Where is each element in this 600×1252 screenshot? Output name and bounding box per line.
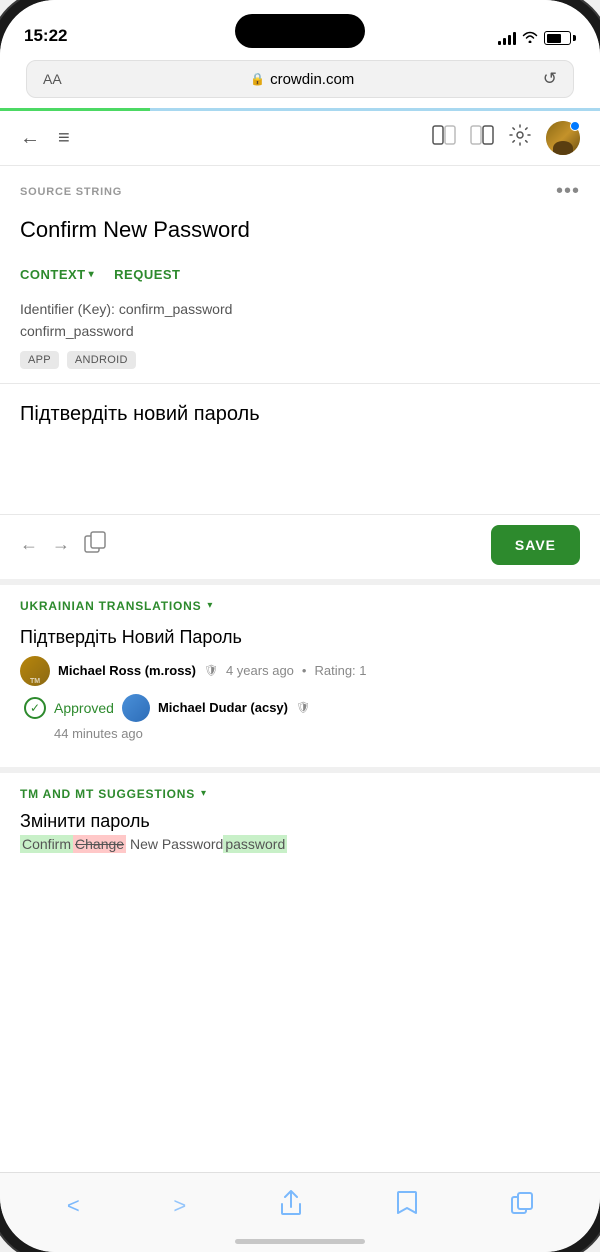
split-right-icon[interactable]	[470, 125, 494, 151]
tab-request[interactable]: REQUEST	[114, 267, 180, 284]
approved-time: 44 minutes ago	[20, 726, 580, 741]
progress-green	[0, 108, 150, 111]
status-time: 15:22	[24, 26, 67, 46]
browser-back-button[interactable]: <	[67, 1193, 80, 1219]
menu-button[interactable]: ≡	[58, 127, 70, 150]
source-string-text: Confirm New Password	[0, 213, 600, 257]
translation-meta: Michael Ross (m.ross) 🛡 4 years ago • Ra…	[20, 656, 580, 686]
tm-chevron[interactable]: ▾	[201, 788, 206, 799]
tm-section-header: TM AND MT SUGGESTIONS ▾	[20, 787, 580, 801]
approved-label: Approved	[54, 700, 114, 716]
context-chevron: ▾	[89, 269, 95, 280]
page-progress	[0, 108, 600, 111]
back-button[interactable]: ←	[20, 127, 40, 150]
tag-app: APP	[20, 351, 59, 369]
dynamic-island	[235, 14, 365, 48]
translation-item: Підтвердіть Новий Пароль Michael Ross (m…	[20, 627, 580, 741]
progress-blue	[150, 108, 600, 111]
approved-check-icon: ✓	[24, 697, 46, 719]
url-domain: crowdin.com	[270, 71, 354, 88]
tag-android: ANDROID	[67, 351, 136, 369]
signal-icon	[498, 31, 516, 45]
url-aa-label[interactable]: AA	[43, 71, 62, 87]
browser-toolbar: ← ≡	[0, 111, 600, 166]
tm-highlight-confirm: Confirm	[20, 835, 73, 853]
more-menu-icon[interactable]: •••	[556, 180, 580, 203]
translator-avatar	[20, 656, 50, 686]
split-left-icon[interactable]	[432, 125, 456, 151]
tm-highlight-change: Change	[73, 835, 126, 853]
translations-section-header: UKRAINIAN TRANSLATIONS ▾	[20, 599, 580, 613]
status-icons	[498, 30, 576, 46]
tabs-button[interactable]	[511, 1192, 533, 1220]
context-tabs: CONTEXT ▾ REQUEST	[0, 257, 600, 292]
translator-name: Michael Ross (m.ross)	[58, 663, 196, 678]
battery-icon	[544, 31, 576, 45]
user-avatar[interactable]	[546, 121, 580, 155]
reload-icon[interactable]: ↺	[543, 69, 557, 89]
share-button[interactable]	[280, 1190, 302, 1222]
identifier-text: Identifier (Key): confirm_password confi…	[20, 298, 580, 343]
prev-string-button[interactable]: ←	[20, 534, 38, 555]
approved-row: ✓ Approved Michael Dudar (acsy) 🛡	[20, 694, 580, 722]
context-info: Identifier (Key): confirm_password confi…	[0, 292, 600, 383]
approver-shield: 🛡	[296, 701, 310, 714]
tm-label: TM AND MT SUGGESTIONS	[20, 787, 195, 801]
context-tags: APP ANDROID	[20, 351, 580, 369]
source-string-label: SOURCE STRING	[20, 186, 122, 198]
tm-source-text: ConfirmChange New Passwordpassword	[20, 836, 580, 852]
save-button[interactable]: SAVE	[491, 525, 580, 565]
wifi-icon	[522, 30, 538, 46]
translation-rating: Rating: 1	[314, 663, 366, 678]
translations-section: UKRAINIAN TRANSLATIONS ▾ Підтвердіть Нов…	[0, 579, 600, 767]
lock-icon: 🔒	[250, 72, 265, 86]
tab-context[interactable]: CONTEXT ▾	[20, 267, 94, 284]
toolbar-left: ← ≡	[20, 127, 70, 150]
translation-input-text: Підтвердіть новий пароль	[20, 400, 580, 428]
url-bar[interactable]: AA 🔒 crowdin.com ↺	[26, 60, 574, 98]
translations-chevron[interactable]: ▾	[207, 600, 212, 611]
scroll-content: SOURCE STRING ••• Confirm New Password C…	[0, 166, 600, 1173]
source-string-header: SOURCE STRING •••	[0, 166, 600, 213]
approver-name: Michael Dudar (acsy)	[158, 700, 288, 715]
verified-shield: 🛡	[204, 664, 218, 677]
avatar-notification-dot	[570, 121, 580, 131]
url-center: 🔒 crowdin.com	[250, 71, 354, 88]
next-string-button[interactable]: →	[52, 534, 70, 555]
translation-time: 4 years ago	[226, 663, 294, 678]
settings-icon[interactable]	[508, 123, 532, 153]
translation-item-text: Підтвердіть Новий Пароль	[20, 627, 580, 648]
toolbar-right	[432, 121, 580, 155]
translation-toolbar: ← → SAVE	[0, 514, 600, 579]
checkmark-icon: ✓	[30, 701, 40, 715]
translation-area[interactable]: Підтвердіть новий пароль	[0, 384, 600, 514]
tm-highlight-password: password	[223, 835, 287, 853]
translation-tools: ← →	[20, 531, 106, 558]
tm-section: TM AND MT SUGGESTIONS ▾ Змінити пароль C…	[0, 767, 600, 866]
tm-item-text: Змінити пароль	[20, 811, 580, 832]
bookmarks-button[interactable]	[396, 1191, 418, 1221]
meta-separator: •	[302, 663, 307, 678]
translations-label: UKRAINIAN TRANSLATIONS	[20, 599, 201, 613]
home-indicator	[235, 1239, 365, 1244]
copy-source-button[interactable]	[84, 531, 106, 558]
browser-forward-button[interactable]: >	[173, 1193, 186, 1219]
approver-avatar	[122, 694, 150, 722]
